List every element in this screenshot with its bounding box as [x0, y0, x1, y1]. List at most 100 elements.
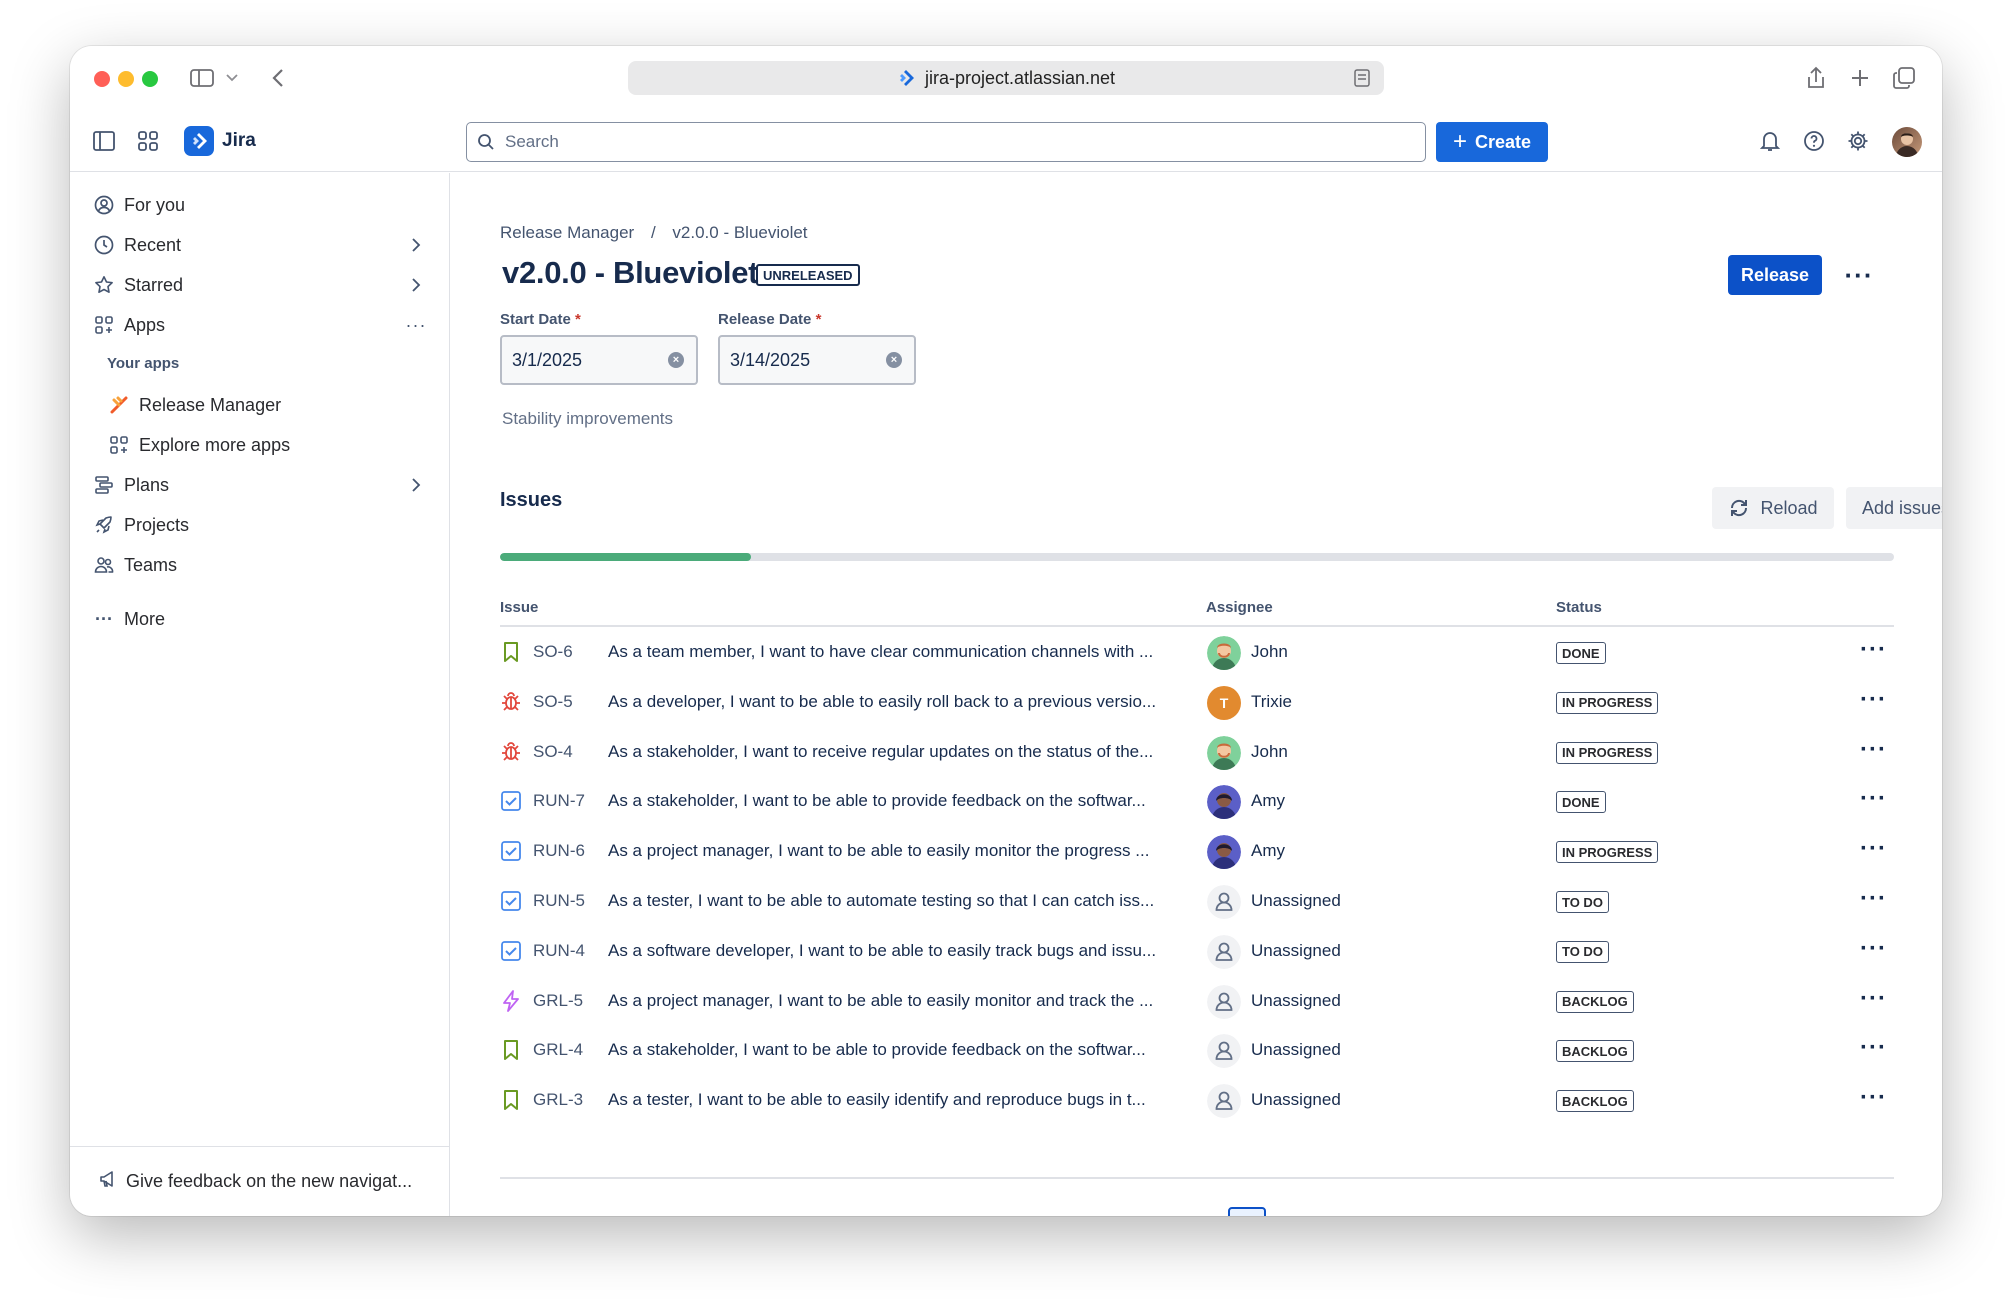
- row-actions-icon[interactable]: ···: [1860, 785, 1887, 813]
- table-row[interactable]: RUN-5 As a tester, I want to be able to a…: [500, 877, 1894, 927]
- row-actions-icon[interactable]: ···: [1860, 686, 1887, 714]
- status-lozenge[interactable]: DONE: [1556, 642, 1606, 664]
- issue-summary[interactable]: As a project manager, I want to be able …: [608, 841, 1188, 861]
- status-lozenge[interactable]: TO DO: [1556, 891, 1609, 913]
- chevron-right-icon[interactable]: [406, 275, 426, 295]
- sidebar-item-explore-apps[interactable]: Explore more apps: [107, 427, 290, 463]
- issue-key[interactable]: GRL-3: [533, 1090, 583, 1110]
- sidebar-item-for-you[interactable]: For you: [92, 187, 185, 223]
- user-avatar[interactable]: [1892, 127, 1922, 157]
- share-icon[interactable]: [1802, 64, 1830, 92]
- minimize-window-button[interactable]: [118, 71, 134, 87]
- table-row[interactable]: GRL-4 As a stakeholder, I want to be able…: [500, 1026, 1894, 1076]
- issue-key[interactable]: GRL-4: [533, 1040, 583, 1060]
- issue-key[interactable]: SO-6: [533, 642, 573, 662]
- clear-release-date-icon[interactable]: ×: [886, 352, 902, 368]
- table-row[interactable]: RUN-4 As a software developer, I want to …: [500, 927, 1894, 977]
- row-actions-icon[interactable]: ···: [1860, 885, 1887, 913]
- row-actions-icon[interactable]: ···: [1860, 935, 1887, 963]
- row-actions-icon[interactable]: ···: [1860, 1084, 1887, 1112]
- chevron-down-icon[interactable]: [218, 64, 246, 92]
- status-lozenge[interactable]: DONE: [1556, 791, 1606, 814]
- row-actions-icon[interactable]: ···: [1860, 1034, 1887, 1062]
- release-description[interactable]: Stability improvements: [502, 409, 673, 429]
- sidebar-item-apps[interactable]: Apps: [92, 307, 165, 343]
- issue-key[interactable]: RUN-5: [533, 891, 585, 911]
- reader-icon[interactable]: [1354, 69, 1370, 87]
- issue-summary[interactable]: As a tester, I want to be able to automa…: [608, 891, 1188, 911]
- issue-summary[interactable]: As a software developer, I want to be ab…: [608, 941, 1188, 961]
- avatar[interactable]: [1207, 934, 1241, 969]
- table-row[interactable]: GRL-5 As a project manager, I want to be …: [500, 977, 1894, 1027]
- close-window-button[interactable]: [94, 71, 110, 87]
- table-row[interactable]: GRL-3 As a tester, I want to be able to e…: [500, 1076, 1894, 1126]
- row-actions-icon[interactable]: ···: [1860, 636, 1887, 664]
- sidebar-item-plans[interactable]: Plans: [92, 467, 169, 503]
- back-icon[interactable]: [264, 64, 292, 92]
- row-actions-icon[interactable]: ···: [1860, 736, 1887, 764]
- zoom-window-button[interactable]: [142, 71, 158, 87]
- sidebar-item-projects[interactable]: Projects: [92, 507, 189, 543]
- issue-summary[interactable]: As a developer, I want to be able to eas…: [608, 692, 1188, 712]
- breadcrumb-release-manager[interactable]: Release Manager: [500, 223, 634, 242]
- chevron-right-icon[interactable]: [406, 475, 426, 495]
- issue-summary[interactable]: As a stakeholder, I want to receive regu…: [608, 742, 1188, 762]
- add-issues-button[interactable]: Add issues: [1846, 487, 1942, 529]
- give-feedback-link[interactable]: Give feedback on the new navigat...: [70, 1146, 449, 1216]
- clear-start-date-icon[interactable]: ×: [668, 352, 684, 368]
- table-row[interactable]: RUN-6 As a project manager, I want to be …: [500, 827, 1894, 877]
- issue-summary[interactable]: As a project manager, I want to be able …: [608, 991, 1188, 1011]
- status-lozenge[interactable]: TO DO: [1556, 940, 1609, 963]
- table-row[interactable]: SO-4 As a stakeholder, I want to receive …: [500, 728, 1894, 778]
- issue-summary[interactable]: As a team member, I want to have clear c…: [608, 642, 1188, 662]
- issue-key[interactable]: SO-5: [533, 692, 573, 712]
- sidebar-item-teams[interactable]: Teams: [92, 547, 177, 583]
- issue-key[interactable]: RUN-6: [533, 841, 585, 861]
- reload-button[interactable]: Reload: [1712, 487, 1834, 529]
- avatar[interactable]: [1207, 785, 1241, 820]
- more-actions-icon[interactable]: ···: [1842, 260, 1876, 290]
- notifications-bell-icon[interactable]: [1756, 127, 1784, 155]
- page-button-1[interactable]: 1: [1228, 1207, 1266, 1216]
- sidebar-item-more[interactable]: ··· More: [92, 601, 165, 637]
- sidebar-collapse-icon[interactable]: [90, 127, 118, 155]
- avatar[interactable]: T: [1207, 685, 1241, 720]
- table-row[interactable]: SO-6 As a team member, I want to have cle…: [500, 628, 1894, 678]
- chevron-right-icon[interactable]: [406, 235, 426, 255]
- jira-logo-icon[interactable]: [184, 126, 214, 156]
- settings-gear-icon[interactable]: [1844, 127, 1872, 155]
- sidebar-toggle-icon[interactable]: [188, 64, 216, 92]
- help-icon[interactable]: [1800, 127, 1828, 155]
- sidebar-item-release-manager[interactable]: Release Manager: [107, 387, 281, 423]
- table-row[interactable]: RUN-7 As a stakeholder, I want to be able…: [500, 777, 1894, 827]
- status-lozenge[interactable]: IN PROGRESS: [1556, 741, 1659, 764]
- avatar[interactable]: [1207, 735, 1241, 770]
- release-date-field[interactable]: 3/14/2025 ×: [718, 335, 916, 385]
- status-lozenge[interactable]: IN PROGRESS: [1556, 841, 1659, 864]
- sidebar-item-starred[interactable]: Starred: [92, 267, 183, 303]
- issue-key[interactable]: SO-4: [533, 742, 573, 762]
- issue-summary[interactable]: As a stakeholder, I want to be able to p…: [608, 791, 1188, 811]
- issue-summary[interactable]: As a tester, I want to be able to easily…: [608, 1090, 1188, 1110]
- status-lozenge[interactable]: IN PROGRESS: [1556, 691, 1659, 714]
- row-actions-icon[interactable]: ···: [1860, 835, 1887, 863]
- status-lozenge[interactable]: BACKLOG: [1556, 990, 1634, 1013]
- breadcrumb-version[interactable]: v2.0.0 - Blueviolet: [672, 223, 807, 242]
- issue-key[interactable]: GRL-5: [533, 991, 583, 1011]
- avatar[interactable]: [1207, 1084, 1241, 1119]
- apps-more-icon[interactable]: ···: [406, 315, 426, 335]
- address-bar[interactable]: jira-project.atlassian.net: [628, 61, 1384, 95]
- sidebar-item-recent[interactable]: Recent: [92, 227, 181, 263]
- status-lozenge[interactable]: BACKLOG: [1556, 1040, 1634, 1063]
- app-switcher-icon[interactable]: [134, 127, 162, 155]
- avatar[interactable]: [1207, 885, 1241, 919]
- next-page-icon[interactable]: [1312, 1207, 1336, 1216]
- table-row[interactable]: SO-5 As a developer, I want to be able to…: [500, 678, 1894, 728]
- row-actions-icon[interactable]: ···: [1860, 985, 1887, 1013]
- new-tab-icon[interactable]: [1846, 64, 1874, 92]
- create-button[interactable]: + Create: [1436, 122, 1548, 162]
- avatar[interactable]: [1207, 1034, 1241, 1069]
- release-button[interactable]: Release: [1728, 255, 1822, 295]
- search-input[interactable]: Search: [466, 122, 1426, 162]
- issue-summary[interactable]: As a stakeholder, I want to be able to p…: [608, 1040, 1188, 1060]
